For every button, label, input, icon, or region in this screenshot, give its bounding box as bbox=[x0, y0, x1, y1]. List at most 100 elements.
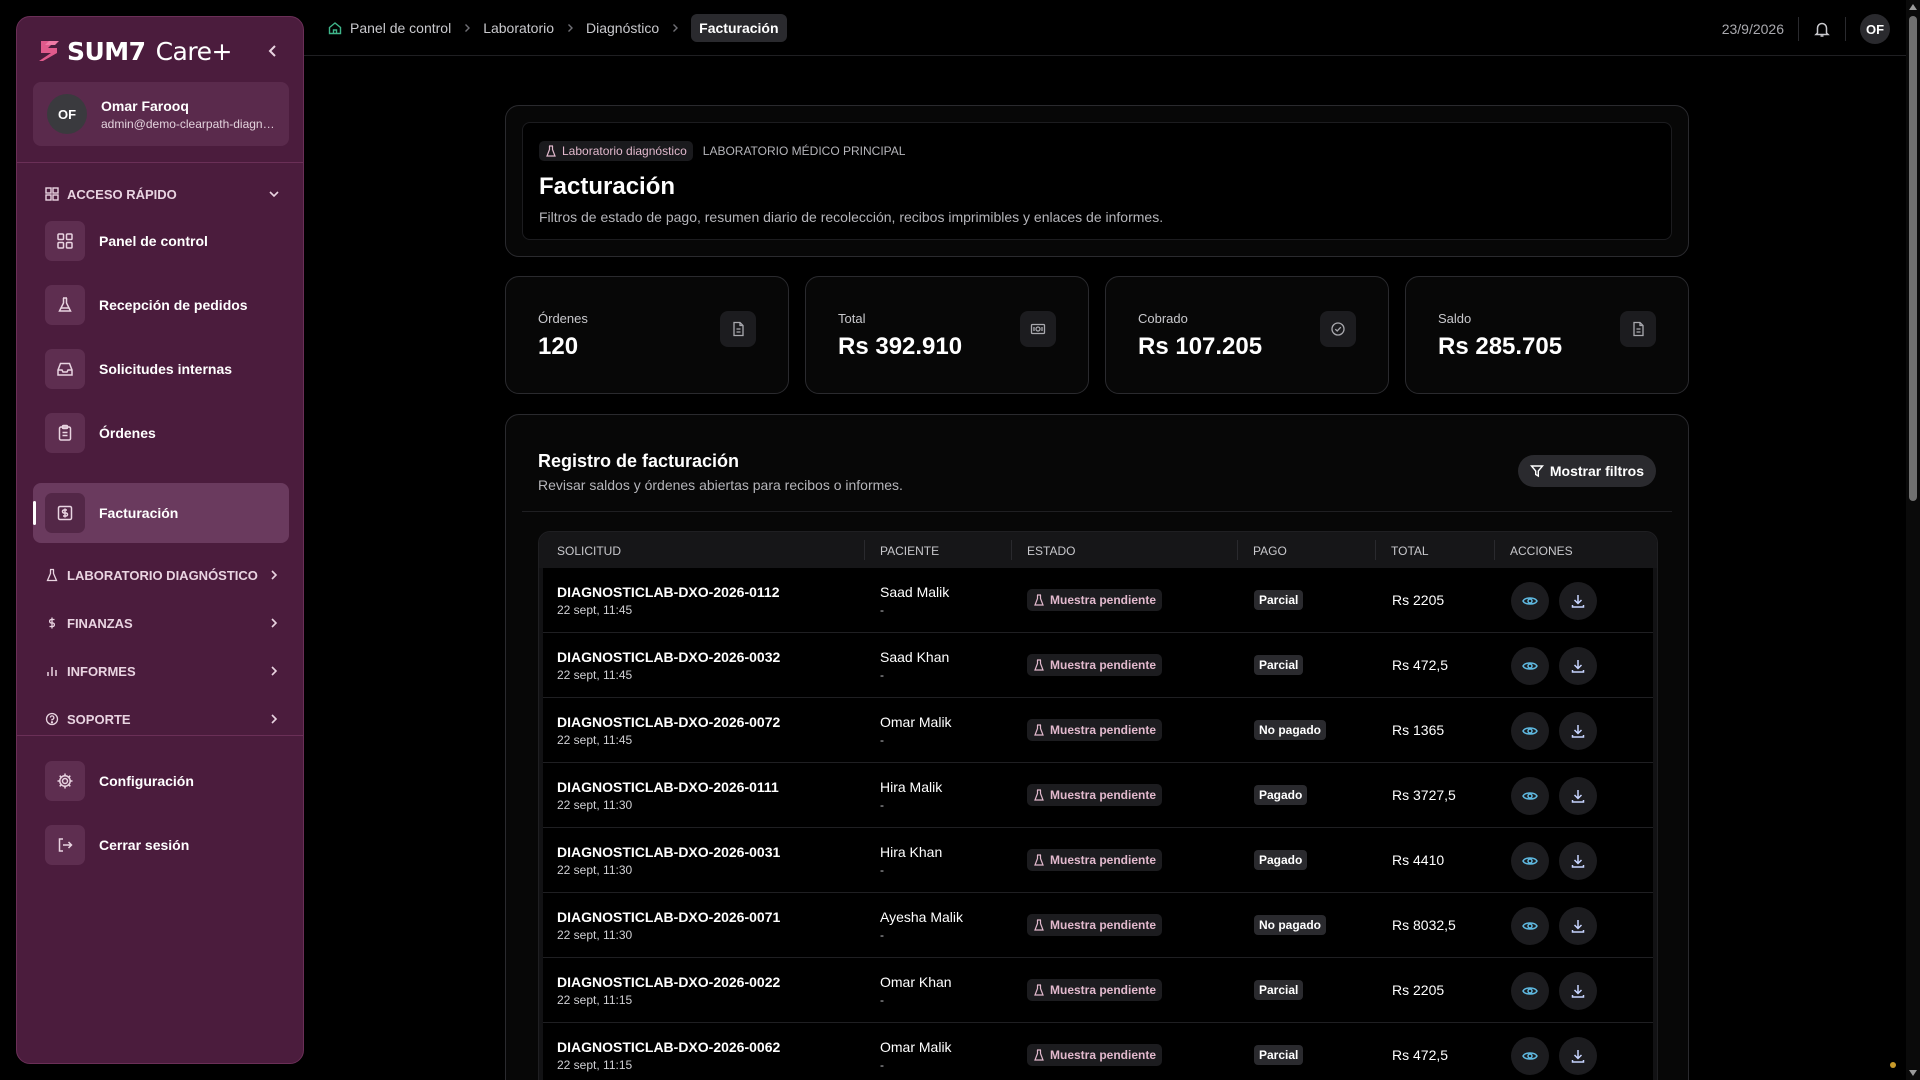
section-reports[interactable]: Informes bbox=[45, 661, 281, 681]
request-id[interactable]: DIAGNOSTICLAB-DXO-2026-0022 bbox=[557, 974, 780, 990]
patient-name: Omar Khan bbox=[880, 974, 952, 990]
column-divider bbox=[1011, 540, 1012, 560]
request-time: 22 sept, 11:45 bbox=[557, 603, 633, 617]
view-button[interactable] bbox=[1511, 647, 1549, 685]
stat-value: Rs 392.910 bbox=[838, 333, 963, 360]
payment-badge: No pagado bbox=[1254, 720, 1326, 740]
show-filters-button[interactable]: Mostrar filtros bbox=[1517, 455, 1656, 487]
collapse-sidebar-icon[interactable] bbox=[263, 41, 283, 61]
user-card[interactable]: OF Omar Farooq admin@demo-clearpath-diag… bbox=[33, 82, 289, 146]
breadcrumb-dashboard[interactable]: Panel de control bbox=[328, 20, 451, 36]
chevron-right-icon bbox=[271, 714, 278, 724]
download-button[interactable] bbox=[1559, 842, 1597, 880]
column-header-status[interactable]: Estado bbox=[1027, 544, 1075, 558]
view-button[interactable] bbox=[1511, 777, 1549, 815]
sidebar-item-logout[interactable]: Cerrar sesión bbox=[33, 815, 289, 875]
download-button[interactable] bbox=[1559, 647, 1597, 685]
sidebar-item-label: Configuración bbox=[99, 773, 194, 789]
section-finance[interactable]: Finanzas bbox=[45, 613, 281, 633]
order-total: Rs 472,5 bbox=[1392, 657, 1449, 673]
scroll-up-icon[interactable] bbox=[1909, 4, 1917, 10]
status-label: Muestra pendiente bbox=[1050, 983, 1157, 997]
stat-label: Saldo bbox=[1438, 311, 1472, 326]
column-divider bbox=[1375, 540, 1376, 560]
dashboard-icon bbox=[45, 221, 85, 261]
table-row[interactable]: DIAGNOSTICLAB-DXO-2026-0032 22 sept, 11:… bbox=[543, 633, 1653, 698]
scrollbar-thumb[interactable] bbox=[1909, 16, 1917, 501]
sidebar-item-settings[interactable]: Configuración bbox=[33, 751, 289, 811]
column-divider bbox=[1494, 540, 1495, 560]
flask-icon bbox=[1034, 984, 1044, 996]
status-badge: Muestra pendiente bbox=[1027, 589, 1163, 611]
brand-logo[interactable]: SUM7 Care+ bbox=[35, 35, 232, 67]
request-id[interactable]: DIAGNOSTICLAB-DXO-2026-0062 bbox=[557, 1039, 780, 1055]
patient-detail: - bbox=[880, 798, 884, 812]
column-header-request[interactable]: Solicitud bbox=[557, 544, 621, 558]
table-row[interactable]: DIAGNOSTICLAB-DXO-2026-0071 22 sept, 11:… bbox=[543, 893, 1653, 958]
status-label: Muestra pendiente bbox=[1050, 788, 1157, 802]
view-button[interactable] bbox=[1511, 582, 1549, 620]
breadcrumb-diagnostic[interactable]: Diagnóstico bbox=[586, 20, 659, 36]
payment-badge: Pagado bbox=[1254, 785, 1308, 805]
section-diagnostic-lab[interactable]: Laboratorio diagnóstico bbox=[45, 565, 281, 585]
request-id[interactable]: DIAGNOSTICLAB-DXO-2026-0072 bbox=[557, 714, 780, 730]
table-row[interactable]: DIAGNOSTICLAB-DXO-2026-0072 22 sept, 11:… bbox=[543, 698, 1653, 763]
column-header-payment[interactable]: Pago bbox=[1253, 544, 1287, 558]
home-icon bbox=[328, 22, 342, 35]
chevron-right-icon bbox=[271, 570, 278, 580]
view-button[interactable] bbox=[1511, 972, 1549, 1010]
status-label: Muestra pendiente bbox=[1050, 593, 1157, 607]
request-id[interactable]: DIAGNOSTICLAB-DXO-2026-0031 bbox=[557, 844, 780, 860]
table-row[interactable]: DIAGNOSTICLAB-DXO-2026-0112 22 sept, 11:… bbox=[543, 568, 1653, 633]
sidebar-item-order-reception[interactable]: Recepción de pedidos bbox=[33, 275, 289, 335]
column-divider bbox=[864, 540, 865, 560]
request-id[interactable]: DIAGNOSTICLAB-DXO-2026-0032 bbox=[557, 649, 780, 665]
order-total: Rs 8032,5 bbox=[1392, 917, 1456, 933]
view-button[interactable] bbox=[1511, 842, 1549, 880]
download-icon bbox=[1571, 660, 1585, 673]
table-row[interactable]: DIAGNOSTICLAB-DXO-2026-0022 22 sept, 11:… bbox=[543, 958, 1653, 1023]
download-button[interactable] bbox=[1559, 777, 1597, 815]
patient-detail: - bbox=[880, 733, 884, 747]
table-row[interactable]: DIAGNOSTICLAB-DXO-2026-0062 22 sept, 11:… bbox=[543, 1023, 1653, 1080]
table-row[interactable]: DIAGNOSTICLAB-DXO-2026-0031 22 sept, 11:… bbox=[543, 828, 1653, 893]
column-header-patient[interactable]: Paciente bbox=[880, 544, 939, 558]
inbox-icon bbox=[45, 349, 85, 389]
top-bar: Panel de control Laboratorio Diagnóstico… bbox=[304, 0, 1906, 56]
section-label: Finanzas bbox=[67, 615, 133, 631]
download-button[interactable] bbox=[1559, 1037, 1597, 1075]
request-id[interactable]: DIAGNOSTICLAB-DXO-2026-0071 bbox=[557, 909, 780, 925]
view-button[interactable] bbox=[1511, 712, 1549, 750]
page-scrollbar[interactable] bbox=[1906, 0, 1920, 1080]
user-avatar[interactable]: OF bbox=[1860, 14, 1890, 44]
quick-access-header[interactable]: Acceso rápido bbox=[45, 184, 281, 204]
patient-detail: - bbox=[880, 863, 884, 877]
table-row[interactable]: DIAGNOSTICLAB-DXO-2026-0111 22 sept, 11:… bbox=[543, 763, 1653, 828]
download-icon bbox=[1571, 1050, 1585, 1063]
sidebar-item-internal-requests[interactable]: Solicitudes internas bbox=[33, 339, 289, 399]
download-button[interactable] bbox=[1559, 972, 1597, 1010]
sidebar-item-dashboard[interactable]: Panel de control bbox=[33, 211, 289, 271]
table-body: DIAGNOSTICLAB-DXO-2026-0112 22 sept, 11:… bbox=[539, 568, 1657, 1080]
request-id[interactable]: DIAGNOSTICLAB-DXO-2026-0111 bbox=[557, 779, 779, 795]
column-header-total[interactable]: Total bbox=[1391, 544, 1429, 558]
breadcrumb-laboratory[interactable]: Laboratorio bbox=[483, 20, 554, 36]
status-badge: Muestra pendiente bbox=[1027, 784, 1163, 806]
sidebar-item-orders[interactable]: Órdenes bbox=[33, 403, 289, 463]
view-button[interactable] bbox=[1511, 907, 1549, 945]
bell-icon[interactable] bbox=[1813, 20, 1831, 38]
sidebar-item-billing[interactable]: Facturación bbox=[33, 483, 289, 543]
view-button[interactable] bbox=[1511, 1037, 1549, 1075]
request-id[interactable]: DIAGNOSTICLAB-DXO-2026-0112 bbox=[557, 584, 780, 600]
download-button[interactable] bbox=[1559, 712, 1597, 750]
billing-register: Registro de facturación Revisar saldos y… bbox=[505, 414, 1689, 1080]
download-button[interactable] bbox=[1559, 582, 1597, 620]
brand-name: SUM7 bbox=[67, 36, 146, 66]
download-icon bbox=[1571, 790, 1585, 803]
breadcrumb-billing[interactable]: Facturación bbox=[691, 14, 787, 42]
status-label: Muestra pendiente bbox=[1050, 853, 1157, 867]
stat-value: Rs 107.205 bbox=[1138, 333, 1263, 360]
section-support[interactable]: Soporte bbox=[45, 709, 281, 729]
scroll-down-icon[interactable] bbox=[1909, 1070, 1917, 1076]
download-button[interactable] bbox=[1559, 907, 1597, 945]
